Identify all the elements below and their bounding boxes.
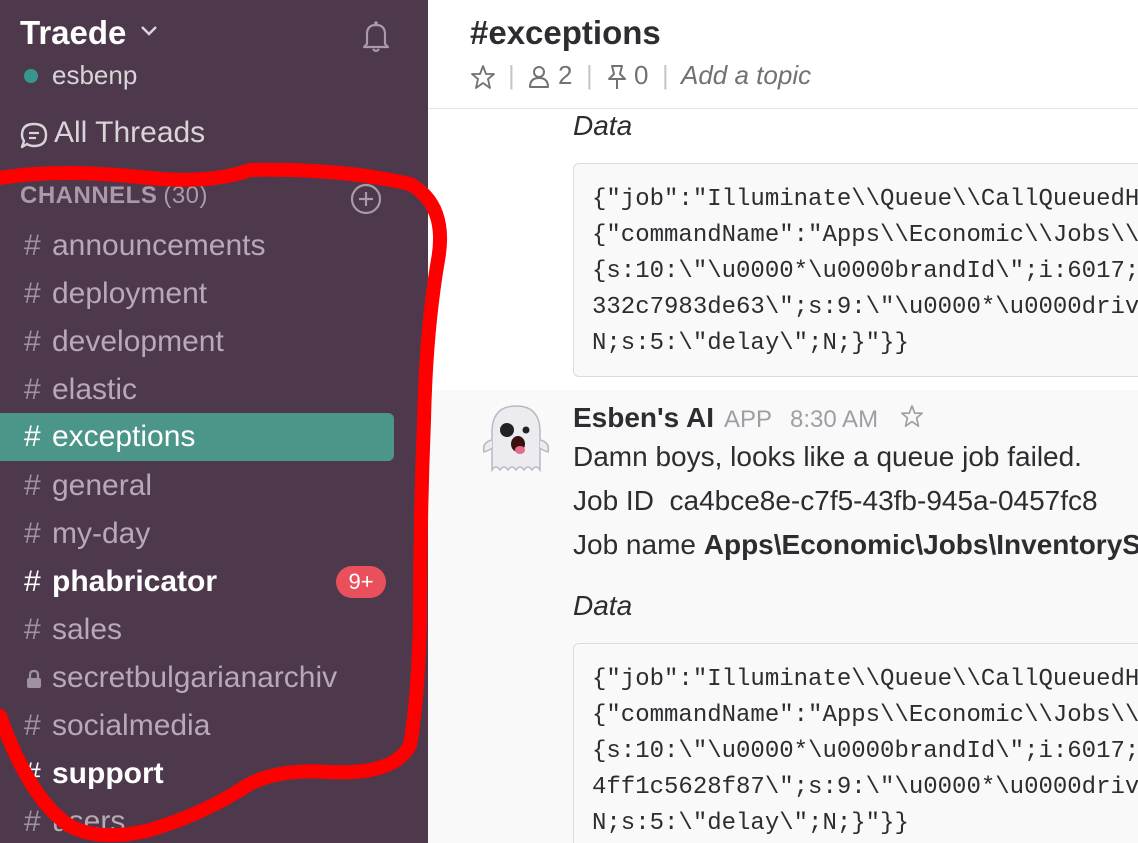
message-text: Damn boys, looks like a queue job failed…: [573, 441, 1082, 472]
hash-icon: #: [24, 805, 41, 838]
unread-badge: 9+: [336, 566, 386, 598]
plus-circle-icon[interactable]: [349, 182, 383, 216]
person-icon: [529, 66, 549, 88]
hash-icon: #: [24, 420, 41, 453]
channel-name: development: [52, 325, 224, 358]
job-name-value: Apps\Economic\Jobs\InventoryS: [703, 529, 1138, 560]
channel-item-announcements[interactable]: # announcements: [0, 222, 394, 270]
channels-header[interactable]: CHANNELS (30): [20, 182, 208, 210]
hash-icon: #: [24, 709, 41, 742]
channel-name: my-day: [52, 517, 151, 550]
lock-icon: [27, 670, 41, 688]
bell-icon[interactable]: [358, 18, 394, 54]
code-line: {s:10:\"\u0000*\u0000brandId\";i:6017;: [592, 738, 1138, 765]
job-name-line: Job name Apps\Economic\Jobs\InventoryS: [573, 529, 1138, 561]
sender-name[interactable]: Esben's AI: [573, 402, 714, 434]
channel-title[interactable]: #exceptions: [470, 14, 661, 52]
meta-divider: |: [508, 60, 515, 90]
channel-item-general[interactable]: # general: [0, 462, 394, 510]
channel-name: elastic: [52, 373, 138, 406]
hash-icon: #: [24, 277, 41, 310]
channels-count: (30): [163, 182, 209, 209]
channel-name: deployment: [52, 277, 208, 310]
channel-item-socialmedia[interactable]: # socialmedia: [0, 702, 394, 750]
pin-icon: [608, 65, 626, 89]
star-icon[interactable]: [900, 404, 924, 428]
code-line: {"commandName":"Apps\\Economic\\Jobs\\: [592, 222, 1138, 249]
channel-name: general: [52, 469, 153, 502]
code-line: {"commandName":"Apps\\Economic\\Jobs\\: [592, 702, 1138, 729]
channel-name: secretbulgarianarchiv: [52, 661, 338, 694]
add-topic-link[interactable]: Add a topic: [681, 60, 811, 91]
channel-item-exceptions[interactable]: # exceptions: [0, 413, 394, 461]
channel-item-secretbulgarianarchiv[interactable]: secretbulgarianarchiv: [0, 654, 394, 702]
code-line: N;s:5:\"delay\";N;}"}}: [592, 330, 909, 357]
code-line: {"job":"Illuminate\\Queue\\CallQueuedH: [592, 666, 1138, 693]
hash-icon: #: [24, 757, 41, 790]
channel-name: announcements: [52, 229, 266, 262]
code-line: 332c7983de63\";s:9:\"\u0000*\u0000driv: [592, 294, 1138, 321]
hash-icon: #: [24, 229, 41, 262]
code-line: 4ff1c5628f87\";s:9:\"\u0000*\u0000driv: [592, 774, 1138, 801]
data-label: Data: [573, 110, 633, 141]
all-threads-link[interactable]: All Threads: [54, 116, 205, 150]
hash-icon: #: [24, 613, 41, 646]
header-divider: [428, 108, 1138, 109]
threads-icon: [20, 122, 48, 149]
hash-icon: #: [24, 373, 41, 406]
presence-dot: [24, 69, 38, 83]
message-timestamp[interactable]: 8:30 AM: [790, 406, 878, 434]
app-tag: APP: [724, 406, 773, 433]
member-count[interactable]: 2: [558, 60, 572, 91]
message-pane: #exceptions | 2 | 0 | Add a topic Data {…: [428, 0, 1138, 843]
code-line: N;s:5:\"delay\";N;}"}}: [592, 810, 909, 837]
job-id-label: Job ID: [573, 485, 654, 516]
sidebar: Traede esbenp All Threads CHANNELS (30) #…: [0, 0, 428, 843]
channel-item-support[interactable]: # support: [0, 750, 394, 798]
channel-item-users[interactable]: # users: [0, 798, 394, 843]
hash-icon: #: [24, 565, 41, 598]
channel-item-elastic[interactable]: # elastic: [0, 366, 394, 414]
team-name[interactable]: Traede: [20, 14, 126, 52]
channel-name: users: [52, 805, 126, 838]
channel-name: support: [52, 757, 164, 790]
channel-name: sales: [52, 613, 123, 646]
chevron-down-icon[interactable]: [140, 24, 158, 38]
channel-name: phabricator: [52, 565, 218, 598]
meta-divider: |: [586, 60, 593, 90]
channel-item-my-day[interactable]: # my-day: [0, 510, 394, 558]
hash-icon: #: [24, 325, 41, 358]
code-line: {"job":"Illuminate\\Queue\\CallQueuedH: [592, 186, 1138, 213]
job-id-value: ca4bce8e-c7f5-43fb-945a-0457fc8: [669, 485, 1098, 516]
channels-header-label: CHANNELS: [20, 182, 158, 209]
meta-divider: |: [662, 60, 669, 90]
channel-name: socialmedia: [52, 709, 211, 742]
star-icon[interactable]: [470, 64, 496, 90]
hash-icon: #: [24, 469, 41, 502]
channel-item-sales[interactable]: # sales: [0, 606, 394, 654]
code-block: {"job":"Illuminate\\Queue\\CallQueuedH {…: [573, 163, 1138, 377]
code-block: {"job":"Illuminate\\Queue\\CallQueuedH {…: [573, 643, 1138, 843]
channel-item-development[interactable]: # development: [0, 318, 394, 366]
code-line: {s:10:\"\u0000*\u0000brandId\";i:6017;: [592, 258, 1138, 285]
ghost-avatar-icon[interactable]: [478, 400, 554, 476]
channel-name: exceptions: [52, 420, 196, 453]
data-label: Data: [573, 590, 633, 621]
channel-item-phabricator[interactable]: # phabricator 9+: [0, 558, 394, 606]
hash-icon: #: [24, 517, 41, 550]
job-id-line: Job ID ca4bce8e-c7f5-43fb-945a-0457fc8: [573, 485, 1098, 517]
channel-item-deployment[interactable]: # deployment: [0, 270, 394, 318]
username[interactable]: esbenp: [52, 60, 137, 91]
pin-count[interactable]: 0: [634, 60, 648, 91]
job-name-label: Job name: [573, 529, 696, 560]
